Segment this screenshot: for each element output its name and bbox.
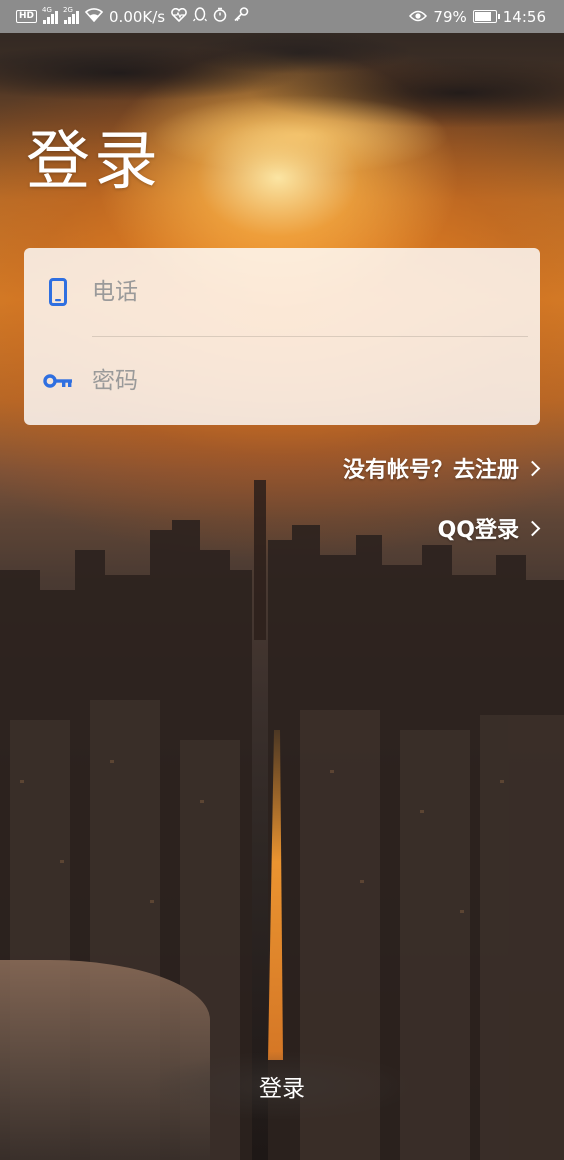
- qq-login-label: QQ登录: [437, 518, 519, 543]
- phone-icon: [24, 278, 92, 306]
- phone-field: [24, 248, 540, 336]
- status-bar: HD 4G 2G 0.00K/s 79% 14:56: [0, 0, 564, 33]
- login-button[interactable]: 登录: [0, 1052, 564, 1120]
- sun-glow: [150, 95, 450, 175]
- login-form-card: [24, 248, 540, 425]
- signal-icon: 2G: [63, 6, 80, 24]
- password-field: [24, 337, 540, 425]
- login-button-label: 登录: [259, 1076, 305, 1102]
- register-link[interactable]: 没有帐号？去注册: [342, 452, 541, 484]
- password-input[interactable]: [92, 361, 492, 401]
- key-icon: [24, 373, 92, 389]
- battery-icon: [472, 10, 500, 23]
- key-icon: [233, 7, 249, 26]
- wifi-icon: [84, 7, 104, 26]
- battery-fill: [474, 12, 491, 21]
- page-title: 登录: [26, 125, 162, 199]
- status-left: HD 4G 2G 0.00K/s: [16, 6, 249, 26]
- clock: 14:56: [502, 7, 546, 26]
- qq-login-link[interactable]: QQ登录: [437, 512, 541, 544]
- status-right: 79% 14:56: [409, 8, 546, 26]
- heart-rate-icon: [171, 7, 187, 26]
- chevron-right-icon: [524, 460, 541, 476]
- hd-icon: HD: [16, 10, 38, 23]
- qq-icon: [193, 7, 208, 26]
- signal-tag-1: 4G: [42, 5, 52, 14]
- net-speed: 0.00K/s: [109, 7, 166, 26]
- signal-icon: 4G: [42, 6, 59, 24]
- timer-icon: [213, 7, 227, 26]
- signal-tag-2: 2G: [63, 5, 73, 14]
- phone-input[interactable]: [92, 272, 492, 312]
- chevron-right-icon: [524, 520, 541, 536]
- battery-percent: 79%: [433, 7, 467, 26]
- eye-icon: [409, 8, 428, 26]
- register-link-label: 没有帐号？去注册: [342, 458, 519, 483]
